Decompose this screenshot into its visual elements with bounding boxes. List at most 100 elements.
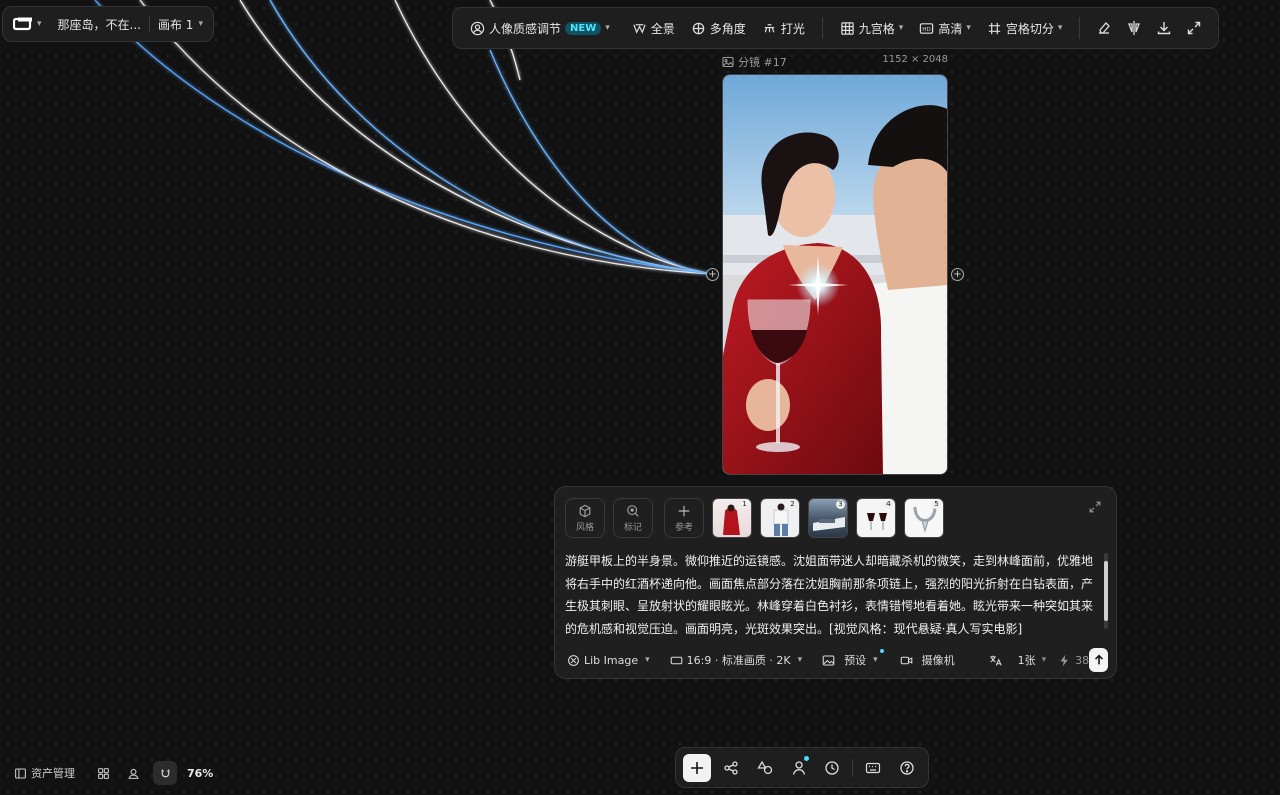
- camera-button[interactable]: 摄像机: [900, 652, 955, 668]
- thumbnail-index: 5: [932, 500, 941, 509]
- bottom-dock: [675, 747, 929, 788]
- new-badge: NEW: [565, 21, 602, 35]
- reference-label: 参考: [674, 522, 693, 533]
- lightning-icon: [1060, 654, 1068, 666]
- chevron-down-icon: ▾: [873, 655, 878, 665]
- output-port[interactable]: +: [951, 268, 964, 281]
- model-selector[interactable]: Lib Image ▾: [567, 654, 650, 667]
- workflow-button[interactable]: [717, 754, 745, 782]
- reference-thumbnail[interactable]: 3: [808, 498, 848, 538]
- notification-dot: [879, 649, 884, 653]
- ratio-quality-selector[interactable]: 16:9 · 标准画质 · 2K ▾: [670, 652, 802, 668]
- plus-icon: [678, 505, 690, 516]
- send-button[interactable]: [1089, 648, 1108, 672]
- mark-button[interactable]: 标记: [613, 498, 653, 538]
- prompt-textarea[interactable]: 游艇甲板上的半身景。微仰推近的运镜感。沈姐面带迷人却暗藏杀机的微笑，走到林峰面前…: [565, 550, 1095, 640]
- flip-icon: [1128, 21, 1141, 35]
- count-selector[interactable]: 1张 ▾: [1018, 652, 1047, 668]
- fullscreen-button[interactable]: [1180, 13, 1208, 43]
- divider: [1079, 17, 1081, 39]
- svg-text:HD: HD: [923, 26, 932, 32]
- divider: [852, 758, 854, 777]
- shapes-button[interactable]: [751, 754, 779, 782]
- divider: [821, 17, 823, 39]
- reference-thumbnail[interactable]: 1: [712, 498, 752, 538]
- multi-angle-label: 多角度: [709, 21, 746, 36]
- bottom-left-bar: 资产管理 76%: [14, 761, 213, 785]
- assets-button[interactable]: 资产管理: [14, 765, 75, 781]
- frame-size: 1152 × 2048: [882, 54, 948, 65]
- person-icon: [792, 760, 805, 775]
- cube-icon: [579, 504, 591, 517]
- lighting-button[interactable]: 打光: [755, 14, 812, 43]
- chevron-down-icon: ▾: [198, 19, 203, 29]
- add-node-button[interactable]: [683, 753, 711, 782]
- thumbnail-index: 4: [884, 500, 893, 509]
- mirror-button[interactable]: [1120, 13, 1148, 43]
- storyboard-image[interactable]: [722, 74, 948, 475]
- portrait-adjust-button[interactable]: 人像质感调节 NEW ▾: [463, 14, 617, 43]
- add-reference-button[interactable]: 参考: [664, 498, 704, 538]
- aspect-ratio-icon: [670, 656, 682, 664]
- project-title[interactable]: 那座岛，不在...: [58, 16, 141, 33]
- snap-button[interactable]: [153, 761, 177, 785]
- reference-thumbnail[interactable]: 5: [904, 498, 944, 538]
- credits-display: 38: [1058, 654, 1089, 667]
- panorama-label: 全景: [650, 21, 675, 36]
- help-button[interactable]: [893, 754, 921, 782]
- mark-label: 标记: [623, 522, 642, 533]
- light-icon: [764, 23, 775, 32]
- download-button[interactable]: [1150, 13, 1178, 43]
- characters-button[interactable]: [785, 754, 813, 782]
- app-logo-icon[interactable]: ▾: [13, 17, 42, 31]
- chevron-down-icon: ▾: [966, 23, 971, 33]
- panorama-button[interactable]: 全景: [625, 14, 682, 43]
- generated-photo: [723, 75, 947, 474]
- collapse-button[interactable]: [1088, 499, 1104, 515]
- notification-dot: [804, 755, 810, 761]
- grid-icon: [841, 21, 854, 35]
- nine-grid-label: 九宫格: [858, 21, 895, 36]
- grid-cut-button[interactable]: 宫格切分 ▾: [980, 14, 1070, 43]
- keyboard-button[interactable]: [859, 754, 887, 782]
- erase-button[interactable]: [1090, 13, 1118, 43]
- magnet-icon: [161, 768, 169, 777]
- input-port[interactable]: +: [706, 268, 719, 281]
- count-label: 1张: [1017, 654, 1036, 667]
- multi-angle-button[interactable]: 多角度: [684, 14, 753, 43]
- assets-label: 资产管理: [31, 767, 75, 780]
- image-toolbar: 人像质感调节 NEW ▾ 全景 多角度 打光 九宫格 ▾ HD 高清 ▾ 宫格切…: [452, 7, 1219, 49]
- preset-selector[interactable]: 预设 ▾: [822, 649, 884, 668]
- chevron-down-icon: ▾: [1041, 655, 1047, 665]
- prompt-scrollbar[interactable]: [1104, 553, 1108, 629]
- chevron-down-icon: ▾: [645, 655, 650, 665]
- canvas-selector[interactable]: 画布 1 ▾: [158, 16, 203, 33]
- nine-grid-button[interactable]: 九宫格 ▾: [833, 14, 911, 43]
- hd-label: 高清: [938, 21, 963, 36]
- divider: [148, 16, 150, 32]
- hd-button[interactable]: HD 高清 ▾: [912, 14, 978, 43]
- keyboard-icon: [866, 762, 881, 773]
- thumbnail-index: 3: [836, 500, 845, 509]
- project-header: ▾ 那座岛，不在... 画布 1 ▾: [2, 6, 214, 42]
- character-button[interactable]: [123, 763, 143, 783]
- arrow-up-icon: [1094, 654, 1103, 665]
- eraser-icon: [1099, 22, 1111, 34]
- thumbnail-index: 1: [740, 500, 749, 509]
- question-icon: [900, 760, 914, 775]
- history-button[interactable]: [818, 754, 846, 782]
- prompt-options-row: Lib Image ▾ 16:9 · 标准画质 · 2K ▾ 预设 ▾ 摄像机 …: [567, 648, 1108, 672]
- translate-button[interactable]: [989, 654, 1002, 667]
- style-button[interactable]: 风格: [565, 498, 605, 538]
- layout-button[interactable]: [93, 763, 113, 783]
- frame-title: 分镜 #17: [738, 56, 787, 69]
- plus-icon: [690, 761, 703, 774]
- thumbnail-index: 2: [788, 500, 797, 509]
- camera-label: 摄像机: [921, 654, 955, 667]
- chevron-down-icon: ▾: [898, 23, 904, 33]
- chevron-down-icon: ▾: [797, 655, 803, 665]
- credits-value: 38: [1075, 653, 1090, 667]
- reference-thumbnail[interactable]: 2: [760, 498, 800, 538]
- zoom-level[interactable]: 76%: [187, 767, 213, 780]
- reference-thumbnail[interactable]: 4: [856, 498, 896, 538]
